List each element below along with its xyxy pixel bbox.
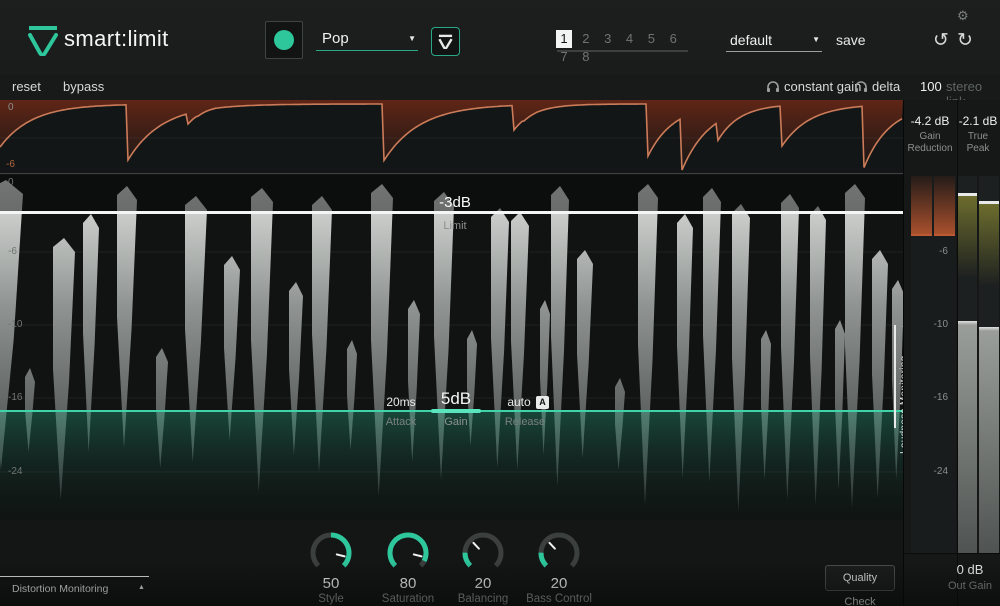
gr-meter-scale: -24	[933, 466, 948, 477]
undo-icon[interactable]: ↺	[933, 31, 949, 50]
wave-scale-10: -10	[8, 319, 23, 330]
limit-line[interactable]	[0, 211, 903, 214]
chevron-down-icon: ▼	[812, 35, 820, 44]
gr-meter-bar-left	[911, 176, 932, 236]
knob-label: Balancing	[457, 593, 509, 605]
wave-scale-0: 0	[8, 177, 14, 188]
wave-scale-24: -24	[8, 466, 23, 477]
quality-check-button[interactable]: Quality Check	[825, 565, 895, 606]
knob-value: 20	[550, 575, 568, 592]
panel-divider	[903, 100, 904, 606]
saturation-knob[interactable]: 80 Saturation	[370, 532, 446, 605]
tp-recent-peak-right	[979, 204, 999, 286]
distortion-monitoring-expander[interactable]: Distortion Monitoring	[12, 583, 108, 595]
attack-value[interactable]: 20ms	[380, 395, 422, 409]
limit-label: Limit	[443, 220, 467, 232]
style-knob[interactable]: 50 Style	[293, 532, 369, 605]
wave-scale-16: -16	[8, 392, 23, 403]
distortion-panel-handle[interactable]	[0, 576, 149, 577]
section-divider	[0, 173, 1000, 174]
preset-slot-3[interactable]: 3	[600, 30, 616, 48]
gr-scale-bottom: -6	[6, 159, 15, 170]
gr-meter-scale: -10	[933, 319, 948, 330]
preset-select-value: default	[730, 32, 773, 48]
gain-reduction-chart	[0, 100, 903, 171]
balancing-knob[interactable]: 20 Balancing	[445, 532, 521, 605]
gain-line-handle[interactable]	[431, 409, 481, 413]
preset-slot-1[interactable]: 1	[556, 30, 572, 48]
limit-value[interactable]: -3dB	[415, 194, 495, 211]
settings-gear-icon[interactable]: ⚙	[957, 8, 969, 24]
reset-button[interactable]: reset	[12, 79, 41, 94]
app-title: smart:limit	[64, 26, 169, 51]
bypass-button[interactable]: bypass	[63, 79, 104, 94]
tp-recent-peak-left	[958, 196, 977, 278]
out-gain-value[interactable]: 0 dB	[940, 562, 1000, 577]
preset-slot-2[interactable]: 2	[578, 30, 594, 48]
knob-dial	[387, 532, 429, 568]
constant-gain-toggle[interactable]: constant gain	[784, 79, 861, 94]
sonible-logo-icon	[28, 26, 58, 56]
knob-value: 80	[399, 575, 417, 592]
record-circle-icon	[274, 30, 294, 50]
release-label: Release	[504, 416, 546, 428]
chevron-down-icon: ▼	[408, 34, 416, 43]
record-reference-button[interactable]	[265, 21, 303, 59]
sonible-mini-logo-icon	[438, 34, 453, 49]
tp-level-bar-right	[979, 327, 999, 553]
gr-meter-scale: -6	[939, 246, 948, 257]
knob-label: Saturation	[381, 593, 435, 605]
wave-scale-6: -6	[8, 246, 17, 257]
knob-value: 20	[474, 575, 492, 592]
preset-slot-5[interactable]: 5	[643, 30, 659, 48]
loudness-panel-handle[interactable]	[894, 325, 896, 428]
preset-strip-underline	[557, 50, 688, 52]
knob-dial	[310, 532, 352, 568]
preset-slot-strip: 1 2 3 4 5 6 7 8	[556, 30, 690, 64]
true-peak-label: Peak	[966, 143, 990, 154]
save-button[interactable]: save	[836, 32, 866, 48]
gr-curve-fill	[0, 100, 903, 170]
out-gain-label: Out Gain	[947, 580, 993, 592]
smart-limit-plugin-window: smart:limit Pop ▼ 1 2 3 4 5 6 7 8 defaul…	[0, 0, 1000, 606]
gr-meter-scale: -16	[933, 392, 948, 403]
knob-dial	[538, 532, 580, 568]
knob-value: 50	[322, 575, 340, 592]
meter-bottom-divider	[903, 553, 1000, 554]
knob-label: Style	[318, 593, 344, 605]
expand-triangle-icon: ▲	[138, 584, 145, 591]
gain-reduction-readout: -4.2 dB	[910, 114, 950, 128]
bass-control-knob[interactable]: 20 Bass Control	[521, 532, 597, 605]
gr-scale-top: 0	[8, 102, 14, 113]
redo-icon[interactable]: ↻	[957, 31, 973, 50]
preset-slot-4[interactable]: 4	[622, 30, 638, 48]
true-peak-readout: -2.1 dB	[958, 114, 998, 128]
gain-label: Gain	[444, 416, 468, 428]
true-peak-label: True	[967, 131, 989, 142]
knob-label: Bass Control	[526, 593, 592, 605]
gain-reduction-label: Gain	[919, 131, 941, 142]
delta-toggle[interactable]: delta	[872, 79, 900, 94]
headphones-icon[interactable]	[766, 80, 780, 93]
profile-button[interactable]	[431, 27, 460, 56]
tp-level-bar-left	[958, 321, 977, 553]
release-value[interactable]: auto	[502, 395, 536, 409]
preset-select[interactable]: default ▼	[726, 28, 822, 52]
knob-dial	[462, 532, 504, 568]
attack-label: Attack	[385, 416, 417, 428]
gain-value[interactable]: 5dB	[434, 389, 478, 409]
headphones-icon[interactable]	[854, 80, 868, 93]
gain-reduction-label: Reduction	[907, 143, 953, 154]
preset-slot-6[interactable]: 6	[665, 30, 681, 48]
genre-select-value: Pop	[322, 30, 349, 47]
release-auto-badge[interactable]: A	[536, 396, 549, 409]
stereo-link-value[interactable]: 100	[920, 79, 942, 94]
gr-meter-bar-right	[934, 176, 955, 236]
genre-select[interactable]: Pop ▼	[316, 27, 418, 51]
